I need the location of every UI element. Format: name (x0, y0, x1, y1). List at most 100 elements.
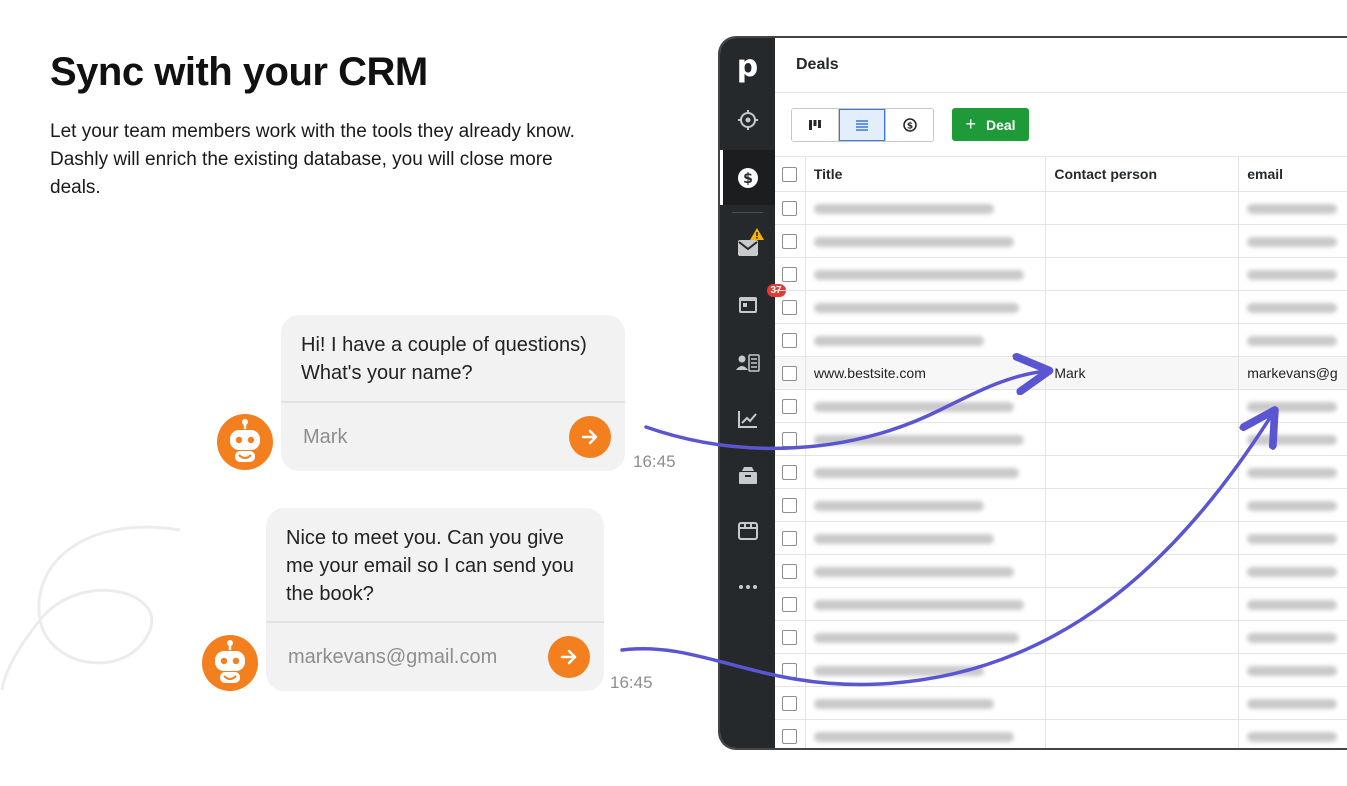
cell-email[interactable] (1238, 686, 1347, 720)
cell-email[interactable] (1238, 554, 1347, 588)
cell-email[interactable] (1238, 422, 1347, 456)
cell-contact[interactable] (1045, 257, 1240, 291)
chat-input-value[interactable]: Mark (281, 426, 569, 449)
row-select-cell[interactable] (775, 554, 806, 588)
cell-contact[interactable] (1045, 290, 1240, 324)
row-checkbox[interactable] (782, 398, 798, 414)
chat-input-value[interactable]: markevans@gmail.com (266, 646, 548, 669)
select-all-checkbox[interactable] (775, 157, 806, 192)
cell-contact[interactable] (1045, 620, 1240, 654)
row-checkbox[interactable] (782, 266, 798, 282)
row-checkbox[interactable] (782, 695, 798, 711)
row-checkbox[interactable] (782, 497, 798, 513)
row-checkbox[interactable] (782, 629, 798, 645)
table-row[interactable] (775, 521, 1347, 555)
cell-title[interactable] (805, 686, 1047, 720)
row-checkbox[interactable] (782, 365, 798, 381)
sidebar-item-insights[interactable] (720, 399, 775, 439)
sidebar-item-marketplace[interactable] (720, 511, 775, 551)
cell-email[interactable]: markevans@g (1238, 356, 1347, 390)
row-select-cell[interactable] (775, 488, 806, 522)
send-button[interactable] (569, 416, 611, 458)
sidebar-item-activities[interactable]: 37 (720, 283, 786, 326)
cell-contact[interactable] (1045, 554, 1240, 588)
sidebar-item-products[interactable] (720, 455, 775, 495)
kanban-view-button[interactable] (792, 109, 839, 141)
row-checkbox[interactable] (782, 530, 798, 546)
cell-title[interactable] (805, 653, 1047, 687)
row-select-cell[interactable] (775, 653, 806, 687)
table-row[interactable] (775, 422, 1347, 456)
cell-title[interactable] (805, 257, 1047, 291)
cell-email[interactable] (1238, 323, 1347, 357)
row-checkbox[interactable] (782, 299, 798, 315)
cell-email[interactable] (1238, 224, 1347, 258)
cell-title[interactable] (805, 290, 1047, 324)
cell-title[interactable] (805, 224, 1047, 258)
sidebar-item-mail[interactable] (720, 227, 775, 270)
cell-contact[interactable] (1045, 224, 1240, 258)
cell-title[interactable] (805, 554, 1047, 588)
row-select-cell[interactable] (775, 587, 806, 621)
sidebar-item-contacts[interactable] (720, 343, 775, 383)
cell-title[interactable] (805, 191, 1047, 225)
column-header-contact[interactable]: Contact person (1045, 157, 1240, 192)
cell-email[interactable] (1238, 191, 1347, 225)
row-checkbox[interactable] (782, 596, 798, 612)
column-header-email[interactable]: email (1238, 157, 1347, 192)
cell-title[interactable] (805, 587, 1047, 621)
cell-email[interactable] (1238, 521, 1347, 555)
table-row[interactable] (775, 686, 1347, 720)
row-select-cell[interactable] (775, 686, 806, 720)
cell-email[interactable] (1238, 587, 1347, 621)
table-row[interactable] (775, 455, 1347, 489)
more-icon[interactable] (720, 567, 775, 607)
cell-contact[interactable] (1045, 719, 1240, 748)
chat-reply-input[interactable]: markevans@gmail.com (266, 621, 604, 691)
row-select-cell[interactable] (775, 257, 806, 291)
cell-contact[interactable] (1045, 521, 1240, 555)
crm-logo[interactable]: p (720, 46, 775, 86)
forecast-view-button[interactable]: $ (886, 109, 933, 141)
cell-contact[interactable] (1045, 389, 1240, 423)
cell-title[interactable] (805, 488, 1047, 522)
row-checkbox[interactable] (782, 332, 798, 348)
row-select-cell[interactable] (775, 356, 806, 390)
table-row[interactable] (775, 554, 1347, 588)
target-icon[interactable] (720, 100, 775, 140)
cell-title[interactable] (805, 521, 1047, 555)
list-view-button[interactable] (839, 109, 886, 141)
row-select-cell[interactable] (775, 290, 806, 324)
table-row[interactable] (775, 323, 1347, 357)
cell-title[interactable] (805, 719, 1047, 748)
cell-contact[interactable] (1045, 653, 1240, 687)
row-select-cell[interactable] (775, 323, 806, 357)
row-checkbox[interactable] (782, 233, 798, 249)
sidebar-item-deals[interactable]: $ (720, 150, 775, 205)
cell-contact[interactable] (1045, 686, 1240, 720)
row-checkbox[interactable] (782, 563, 798, 579)
table-row[interactable] (775, 620, 1347, 654)
cell-title[interactable] (805, 323, 1047, 357)
cell-title[interactable] (805, 620, 1047, 654)
cell-title[interactable]: www.bestsite.com (805, 356, 1047, 390)
row-select-cell[interactable] (775, 455, 806, 489)
row-checkbox[interactable] (782, 662, 798, 678)
row-select-cell[interactable] (775, 719, 806, 748)
add-deal-button[interactable]: + Deal (952, 108, 1029, 141)
chat-reply-input[interactable]: Mark (281, 401, 625, 471)
cell-contact[interactable] (1045, 323, 1240, 357)
cell-email[interactable] (1238, 620, 1347, 654)
cell-email[interactable] (1238, 389, 1347, 423)
cell-title[interactable] (805, 389, 1047, 423)
cell-email[interactable] (1238, 488, 1347, 522)
row-checkbox[interactable] (782, 431, 798, 447)
row-select-cell[interactable] (775, 224, 806, 258)
cell-email[interactable] (1238, 257, 1347, 291)
cell-email[interactable] (1238, 290, 1347, 324)
row-select-cell[interactable] (775, 191, 806, 225)
cell-contact[interactable]: Mark (1045, 356, 1240, 390)
table-row[interactable] (775, 191, 1347, 225)
row-select-cell[interactable] (775, 521, 806, 555)
cell-email[interactable] (1238, 719, 1347, 748)
